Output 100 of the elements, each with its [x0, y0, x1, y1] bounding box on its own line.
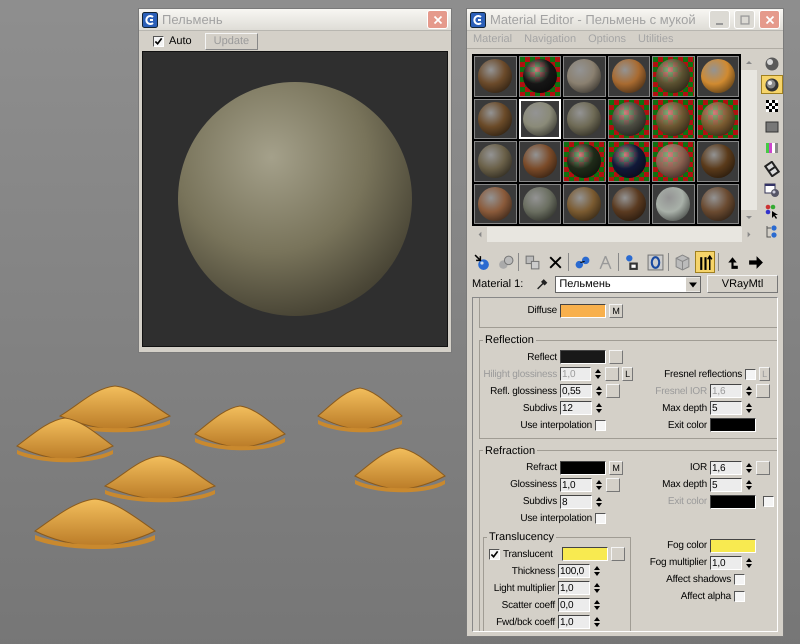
field-label: Fog multiplier	[648, 556, 707, 570]
field-label: Fresnel reflections	[663, 368, 742, 382]
spinner-icon[interactable]	[595, 384, 603, 398]
sphere-icon[interactable]	[764, 56, 780, 72]
checkbox[interactable]	[153, 36, 164, 46]
maximize-icon	[738, 12, 752, 26]
side-tool-button[interactable]	[761, 159, 783, 178]
side-tool-button[interactable]	[761, 75, 783, 94]
spinner-icon[interactable]	[594, 367, 602, 381]
field-label: Refract	[525, 461, 557, 475]
group-title: Translucency	[488, 530, 556, 545]
field-label: Subdivs	[522, 495, 557, 509]
field-label: Max depth	[661, 478, 707, 492]
checkbox[interactable]	[489, 548, 500, 560]
spinner-icon[interactable]	[593, 615, 601, 629]
number-field[interactable]: 1,0	[558, 581, 590, 595]
field-label: Exit color	[666, 495, 707, 509]
map-button[interactable]	[610, 547, 625, 561]
map-button[interactable]	[606, 478, 620, 492]
field-label: Exit color	[666, 418, 707, 432]
spinner-icon[interactable]	[595, 478, 603, 492]
number-field[interactable]: 5	[710, 478, 742, 492]
field-label: Subdivs	[522, 402, 557, 416]
spinner-icon[interactable]	[595, 494, 603, 508]
field-label: Glossiness	[509, 478, 557, 492]
color-swatch[interactable]	[710, 418, 756, 432]
field-label: Translucent	[503, 548, 553, 562]
spinner-icon[interactable]	[745, 401, 753, 415]
field-label: Fresnel IOR	[654, 384, 707, 398]
field-label: IOR	[688, 461, 707, 475]
field-label: Thickness	[510, 564, 555, 578]
eyedropper-icon[interactable]	[535, 276, 550, 292]
spinner-icon[interactable]	[593, 581, 601, 595]
map-button[interactable]	[605, 367, 619, 381]
material-name-dropdown[interactable]: Пельмень	[555, 276, 702, 292]
number-field[interactable]: 0,0	[558, 598, 590, 612]
map-button[interactable]	[756, 460, 770, 474]
max-button[interactable]	[734, 10, 755, 29]
min-button[interactable]	[709, 10, 730, 29]
field-label: Hilight glossiness	[483, 368, 557, 382]
lit-sphere-icon[interactable]	[764, 76, 780, 92]
checkbox[interactable]	[595, 420, 606, 430]
map-button[interactable]: M	[609, 460, 623, 474]
number-field[interactable]: 100,0	[558, 564, 590, 578]
window-sphere-icon[interactable]	[764, 182, 780, 198]
square-icon[interactable]	[764, 118, 780, 134]
spinner-icon[interactable]	[745, 556, 753, 570]
spinner-icon[interactable]	[745, 478, 753, 492]
checkbox[interactable]	[734, 591, 745, 602]
field-label: Refl. glossiness	[489, 384, 557, 398]
field-label: Diffuse	[526, 304, 557, 318]
number-field[interactable]: 12	[560, 401, 592, 415]
spinner-icon[interactable]	[745, 384, 753, 398]
checkbox-label: Auto	[169, 34, 192, 49]
color-swatch[interactable]	[560, 304, 606, 318]
map-button[interactable]	[609, 350, 623, 364]
dropdown-value: Пельмень	[559, 276, 611, 292]
color-swatch[interactable]	[560, 460, 606, 474]
number-field[interactable]: 8	[560, 494, 592, 508]
number-field[interactable]: 5	[710, 401, 742, 415]
number-field[interactable]: 1,0	[560, 478, 592, 492]
checkbox[interactable]	[595, 513, 606, 524]
spinner-icon[interactable]	[745, 460, 753, 474]
spinner-icon[interactable]	[593, 598, 601, 612]
field-label: Light multiplier	[492, 582, 555, 596]
dots-cursor-icon[interactable]	[764, 202, 780, 218]
field-label: Fwd/bck coeff	[495, 616, 555, 630]
checkbox[interactable]	[734, 574, 745, 585]
field-label: Affect alpha	[680, 590, 731, 604]
group-title: Refraction	[484, 444, 536, 458]
spinner-icon[interactable]	[593, 564, 601, 578]
material-label: Material 1:	[472, 276, 524, 292]
number-field[interactable]: 1,0	[710, 556, 742, 570]
field-label: Max depth	[661, 402, 707, 416]
map-button[interactable]: M	[609, 304, 623, 318]
material-type-button[interactable]: VRayMtl	[707, 275, 778, 293]
checker-icon[interactable]	[764, 98, 780, 114]
group-title: Reflection	[484, 333, 535, 348]
color-swatch[interactable]	[560, 350, 606, 364]
field-label: Reflect	[526, 350, 557, 364]
app-icon	[470, 12, 486, 28]
number-field[interactable]: 1,6	[710, 460, 742, 474]
checkbox[interactable]	[745, 368, 756, 380]
number-field[interactable]: 0,55	[560, 384, 592, 398]
field-label: Use interpolation	[519, 418, 592, 432]
field-label: Fog color	[666, 539, 707, 553]
window-title: Material Editor - Пельмень с мукой	[490, 10, 697, 29]
map-button[interactable]	[756, 384, 770, 398]
window-title: Пельмень	[162, 10, 224, 29]
film-strip-icon[interactable]	[764, 160, 780, 176]
caret-icon[interactable]	[686, 276, 700, 292]
number-field[interactable]: 1,0	[558, 615, 590, 629]
field-label: Use interpolation	[519, 512, 592, 526]
color-swatch[interactable]	[710, 538, 756, 552]
spinner-icon[interactable]	[595, 401, 603, 415]
field-label: Affect shadows	[665, 573, 731, 587]
map-button[interactable]	[606, 384, 620, 398]
minimize-icon	[716, 22, 723, 24]
field-label: Scatter coeff	[500, 598, 555, 612]
color-swatch[interactable]	[562, 547, 608, 561]
